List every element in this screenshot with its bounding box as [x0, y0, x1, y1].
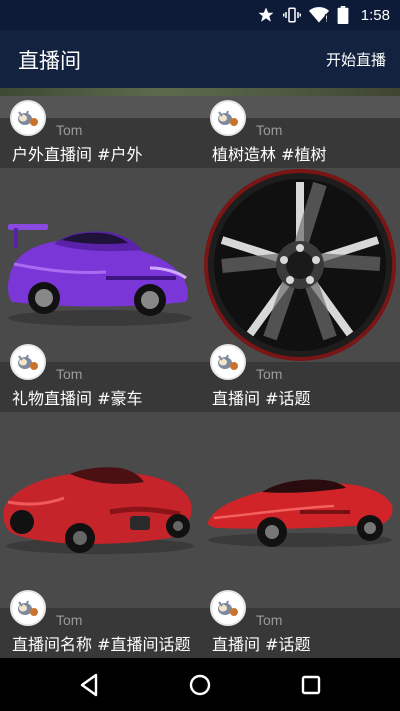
battery-icon — [337, 6, 349, 24]
room-author: Tom — [56, 366, 83, 382]
room-title: 直播间名称 #直播间话题 — [12, 635, 191, 654]
room-author: Tom — [256, 122, 283, 138]
avatar — [10, 344, 46, 380]
status-icons: ! 1:58 — [257, 5, 390, 25]
red-car-side-image — [200, 412, 400, 608]
room-title: 直播间 #话题 — [212, 389, 311, 408]
wifi-icon: ! — [308, 7, 329, 24]
room-card-topic[interactable]: Tom 直播间 #话题 — [200, 168, 400, 412]
red-car-rear-image — [0, 412, 200, 608]
room-card-tree-planting[interactable]: Tom 植树造林 #植树 — [200, 96, 400, 168]
room-author: Tom — [256, 366, 283, 382]
room-card-topic-2[interactable]: Tom 直播间 #话题 — [200, 412, 400, 658]
back-icon[interactable] — [74, 670, 104, 700]
room-meta: Tom 户外直播间 #户外 — [0, 100, 200, 168]
vibrate-icon — [282, 7, 301, 23]
room-card-named[interactable]: Tom 直播间名称 #直播间话题 — [0, 412, 200, 658]
room-title: 直播间 #话题 — [212, 635, 311, 654]
room-author: Tom — [256, 612, 283, 628]
header-image-strip — [0, 88, 400, 96]
status-bar: ! 1:58 — [0, 0, 400, 30]
room-title: 植树造林 #植树 — [212, 145, 327, 164]
room-title: 户外直播间 #户外 — [12, 145, 143, 164]
wheel-image — [200, 168, 400, 362]
recents-icon[interactable] — [296, 670, 326, 700]
start-live-button[interactable]: 开始直播 — [326, 49, 386, 70]
clock: 1:58 — [360, 6, 390, 24]
room-meta: Tom 植树造林 #植树 — [200, 100, 400, 168]
star-icon — [258, 7, 274, 22]
avatar — [210, 100, 246, 136]
app-bar: 直播间 开始直播 — [0, 30, 400, 88]
room-card-outdoor[interactable]: Tom 户外直播间 #户外 — [0, 96, 200, 168]
room-title: 礼物直播间 #豪车 — [12, 389, 143, 408]
room-author: Tom — [56, 122, 83, 138]
room-author: Tom — [56, 612, 83, 628]
room-card-gift[interactable]: Tom 礼物直播间 #豪车 — [0, 168, 200, 412]
room-grid: Tom 户外直播间 #户外 Tom 植树造林 #植树 Tom 礼物直播间 #豪车… — [0, 96, 400, 658]
avatar — [10, 100, 46, 136]
purple-car-image — [0, 168, 200, 362]
avatar — [210, 344, 246, 380]
avatar — [10, 590, 46, 626]
system-nav-bar — [0, 658, 400, 711]
svg-text:!: ! — [325, 14, 328, 24]
room-meta: Tom 直播间名称 #直播间话题 — [0, 590, 200, 658]
avatar — [210, 590, 246, 626]
page-title: 直播间 — [18, 49, 81, 73]
room-meta: Tom 礼物直播间 #豪车 — [0, 344, 200, 412]
room-meta: Tom 直播间 #话题 — [200, 344, 400, 412]
room-meta: Tom 直播间 #话题 — [200, 590, 400, 658]
home-icon[interactable] — [185, 670, 215, 700]
